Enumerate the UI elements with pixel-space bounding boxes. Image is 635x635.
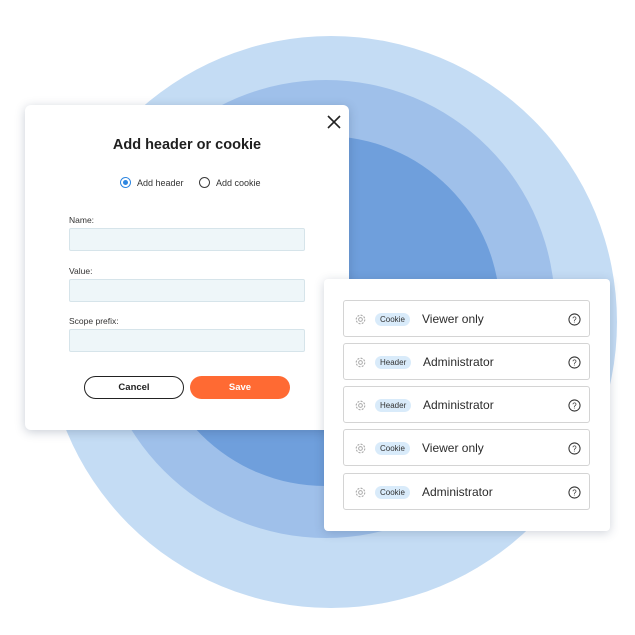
type-badge: Cookie xyxy=(375,313,410,326)
save-button[interactable]: Save xyxy=(190,376,290,399)
gear-icon[interactable] xyxy=(354,313,367,326)
help-icon[interactable]: ? xyxy=(568,399,581,412)
scope-prefix-field-label: Scope prefix: xyxy=(69,316,119,326)
role-label: Viewer only xyxy=(422,441,484,455)
svg-text:?: ? xyxy=(572,401,577,410)
gear-icon[interactable] xyxy=(354,486,367,499)
radio-unchecked-icon[interactable] xyxy=(199,177,210,188)
type-badge: Header xyxy=(375,356,412,369)
role-label: Administrator xyxy=(422,485,493,499)
add-header-cookie-dialog: Add header or cookie Add header Add cook… xyxy=(25,105,349,430)
svg-text:?: ? xyxy=(572,358,577,367)
header-cookie-list-panel: Cookie Viewer only ? Header Administrato… xyxy=(324,279,610,531)
name-field[interactable] xyxy=(69,228,305,251)
role-label: Administrator xyxy=(423,398,494,412)
gear-icon[interactable] xyxy=(354,356,367,369)
scope-prefix-field[interactable] xyxy=(69,329,305,352)
radio-add-cookie[interactable]: Add cookie xyxy=(199,177,261,188)
help-icon[interactable]: ? xyxy=(568,486,581,499)
type-badge: Cookie xyxy=(375,442,410,455)
list-item[interactable]: Cookie Administrator ? xyxy=(343,473,590,510)
help-icon[interactable]: ? xyxy=(568,313,581,326)
dialog-title: Add header or cookie xyxy=(112,137,262,153)
list-item[interactable]: Header Administrator ? xyxy=(343,386,590,423)
radio-label-add-header: Add header xyxy=(137,177,184,188)
help-icon[interactable]: ? xyxy=(568,356,581,369)
svg-text:?: ? xyxy=(572,315,577,324)
svg-text:?: ? xyxy=(572,444,577,453)
list-item[interactable]: Cookie Viewer only ? xyxy=(343,429,590,466)
role-label: Viewer only xyxy=(422,312,484,326)
gear-icon[interactable] xyxy=(354,399,367,412)
gear-icon[interactable] xyxy=(354,442,367,455)
role-label: Administrator xyxy=(423,355,494,369)
type-badge: Header xyxy=(375,399,412,412)
help-icon[interactable]: ? xyxy=(568,442,581,455)
value-field-label: Value: xyxy=(69,266,93,276)
value-field[interactable] xyxy=(69,279,305,302)
radio-add-header[interactable]: Add header xyxy=(120,177,184,188)
list-item[interactable]: Header Administrator ? xyxy=(343,343,590,380)
svg-text:?: ? xyxy=(572,488,577,497)
list-item[interactable]: Cookie Viewer only ? xyxy=(343,300,590,337)
name-field-label: Name: xyxy=(69,215,95,225)
radio-checked-icon[interactable] xyxy=(120,177,131,188)
cancel-button[interactable]: Cancel xyxy=(84,376,184,399)
type-badge: Cookie xyxy=(375,486,410,499)
close-icon[interactable] xyxy=(325,113,343,131)
radio-label-add-cookie: Add cookie xyxy=(216,177,261,188)
